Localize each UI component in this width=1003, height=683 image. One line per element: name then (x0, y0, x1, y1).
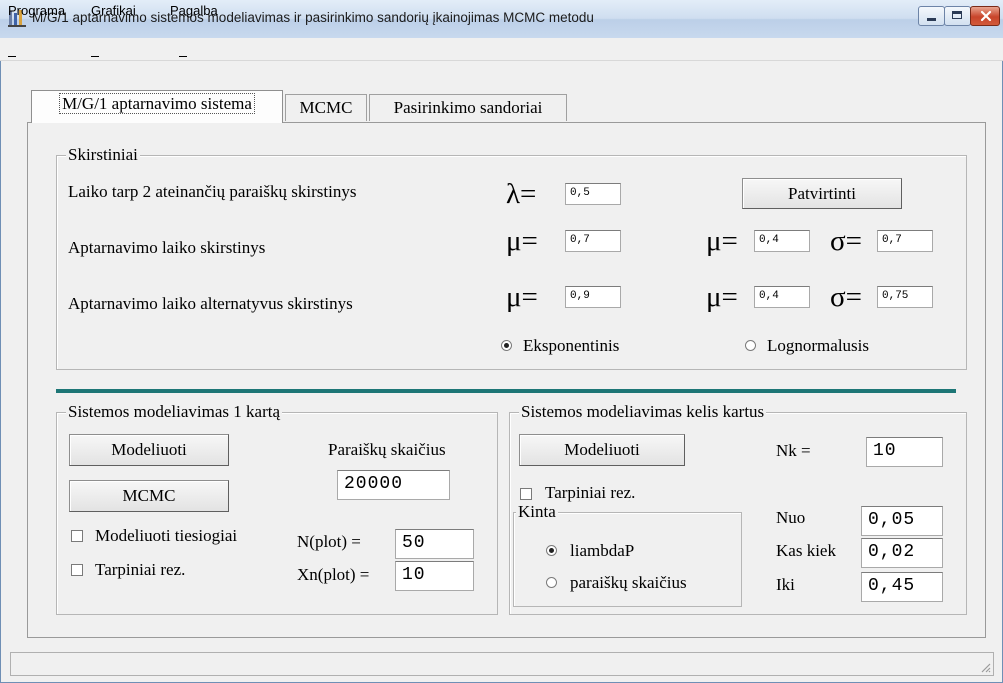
model-button[interactable]: Modeliuoti (69, 434, 229, 466)
radio-request-count[interactable] (546, 577, 557, 588)
kinta-legend: Kinta (516, 502, 558, 522)
mu-lognorm-input[interactable]: 0,4 (754, 230, 810, 252)
mu-alt-symbol: μ= (506, 281, 538, 313)
lambda-input[interactable]: 0,5 (565, 183, 621, 205)
direct-model-checkbox[interactable] (71, 530, 83, 542)
interarrival-label: Laiko tarp 2 ateinančių paraiškų skirsti… (68, 182, 357, 201)
service-label: Aptarnavimo laiko skirstinys (68, 238, 266, 257)
minimize-button[interactable] (918, 6, 945, 26)
from-label: Nuo (776, 508, 806, 527)
minimize-icon (927, 18, 936, 21)
radio-exponential[interactable] (501, 340, 512, 351)
single-run-legend: Sistemos modeliavimas 1 kartą (66, 402, 282, 422)
xnplot-label: Xn(plot) = (297, 565, 370, 584)
close-button[interactable] (970, 6, 1000, 26)
radio-lambda[interactable] (546, 545, 557, 556)
tab-label: MCMC (299, 98, 353, 117)
mu-lognorm-symbol: μ= (706, 225, 738, 257)
distributions-legend: Skirstiniai (66, 145, 140, 165)
tab-mcmc[interactable]: MCMC (285, 94, 367, 121)
menu-grafikai[interactable]: Grafikai (91, 3, 136, 18)
mu-input[interactable]: 0,7 (565, 230, 621, 252)
tab-options[interactable]: Pasirinkimo sandoriai (369, 94, 567, 121)
radio-request-count-label[interactable]: paraiškų skaičius (570, 573, 687, 593)
radio-lognormal-label[interactable]: Lognormalusis (767, 336, 869, 356)
radio-lognormal[interactable] (745, 340, 756, 351)
multi-model-button[interactable]: Modeliuoti (519, 434, 685, 466)
sigma-alt-input[interactable]: 0,75 (877, 286, 933, 308)
mnemonic-underline (8, 56, 16, 57)
lambda-symbol: λ= (506, 178, 537, 210)
tab-mg1-system[interactable]: M/G/1 aptarnavimo sistema (31, 90, 283, 123)
alt-service-label: Aptarnavimo laiko alternatyvus skirstiny… (68, 294, 353, 313)
mnemonic-underline (91, 56, 99, 57)
multi-intermediate-label[interactable]: Tarpiniai rez. (545, 483, 635, 503)
resize-grip-icon[interactable] (979, 661, 991, 673)
single-intermediate-label[interactable]: Tarpiniai rez. (95, 560, 185, 580)
multi-run-legend: Sistemos modeliavimas kelis kartus (519, 402, 767, 422)
mu-lognorm-alt-symbol: μ= (706, 281, 738, 313)
section-divider (56, 389, 956, 393)
sigma-alt-symbol: σ= (830, 281, 862, 313)
nk-input[interactable]: 10 (866, 437, 943, 467)
mnemonic-underline (179, 56, 187, 57)
menu-pagalba[interactable]: Pagalba (170, 3, 218, 18)
radio-exponential-label[interactable]: Eksponentinis (523, 336, 619, 356)
maximize-button[interactable] (944, 6, 971, 26)
nplot-input[interactable]: 50 (395, 529, 474, 559)
menu-bar (0, 38, 1003, 61)
request-count-label: Paraiškų skaičius (328, 440, 446, 459)
from-input[interactable]: 0,05 (861, 506, 943, 536)
tab-label: Pasirinkimo sandoriai (393, 98, 543, 117)
sigma-input[interactable]: 0,7 (877, 230, 933, 252)
mcmc-button[interactable]: MCMC (69, 480, 229, 512)
request-count-input[interactable]: 20000 (337, 470, 450, 500)
maximize-icon (952, 11, 962, 19)
mu-alt-input[interactable]: 0,9 (565, 286, 621, 308)
nk-label: Nk = (776, 441, 811, 460)
mu-lognorm-alt-input[interactable]: 0,4 (754, 286, 810, 308)
step-input[interactable]: 0,02 (861, 538, 943, 568)
status-bar (10, 652, 994, 676)
menu-programa[interactable]: Programa (8, 3, 65, 18)
mu-symbol: μ= (506, 225, 538, 257)
close-icon (980, 10, 992, 22)
sigma-symbol: σ= (830, 225, 862, 257)
confirm-button[interactable]: Patvirtinti (742, 178, 902, 209)
tab-label: M/G/1 aptarnavimo sistema (59, 93, 255, 114)
nplot-label: N(plot) = (297, 532, 361, 551)
step-label: Kas kiek (776, 541, 836, 560)
xnplot-input[interactable]: 10 (395, 561, 474, 591)
multi-intermediate-checkbox[interactable] (520, 488, 532, 500)
direct-model-label[interactable]: Modeliuoti tiesiogiai (95, 526, 237, 546)
to-label: Iki (776, 575, 795, 594)
single-intermediate-checkbox[interactable] (71, 564, 83, 576)
radio-lambda-label[interactable]: liambdaP (570, 541, 634, 561)
to-input[interactable]: 0,45 (861, 572, 943, 602)
